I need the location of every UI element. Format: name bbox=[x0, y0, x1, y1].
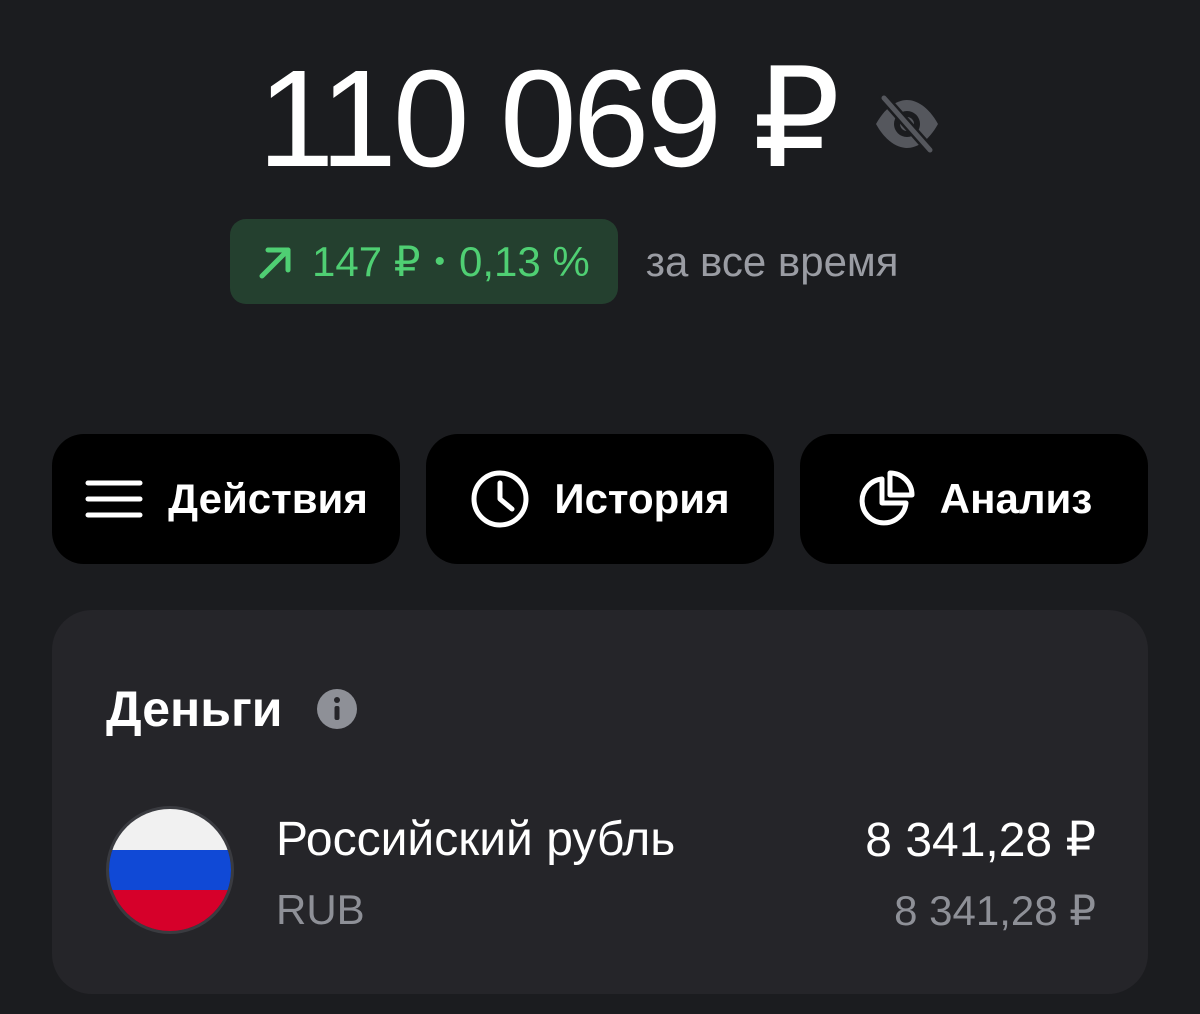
actions-button[interactable]: Действия bbox=[52, 434, 400, 564]
pie-chart-icon bbox=[856, 469, 916, 529]
change-percent: 0,13 % bbox=[458, 237, 590, 285]
money-title-row: Деньги bbox=[106, 680, 357, 738]
arrow-up-right-icon bbox=[256, 242, 296, 282]
analysis-button[interactable]: Анализ bbox=[800, 434, 1148, 564]
money-title: Деньги bbox=[106, 681, 283, 737]
asset-code: RUB bbox=[276, 886, 365, 933]
analysis-button-label: Анализ bbox=[939, 475, 1093, 522]
russia-flag-icon bbox=[106, 806, 234, 934]
portfolio-screen: 110 069 ₽ 147 ₽ • 0,13 % за все время Де… bbox=[0, 0, 1200, 1014]
info-icon[interactable] bbox=[316, 689, 357, 729]
history-button-label: История bbox=[554, 475, 730, 522]
eye-off-icon[interactable] bbox=[872, 93, 942, 155]
menu-icon bbox=[84, 469, 144, 529]
list-item[interactable]: Российский рубль RUB 8 341,28 ₽ 8 341,28… bbox=[106, 806, 1096, 936]
history-button[interactable]: История bbox=[426, 434, 774, 564]
change-badge: 147 ₽ • 0,13 % bbox=[230, 219, 618, 304]
asset-name: Российский рубль bbox=[276, 813, 676, 866]
actions-button-label: Действия bbox=[168, 475, 368, 522]
action-buttons: Действия История Анализ bbox=[52, 434, 1148, 564]
change-separator: • bbox=[434, 244, 445, 278]
asset-amount-secondary: 8 341,28 ₽ bbox=[894, 887, 1096, 934]
balance-row: 110 069 ₽ bbox=[0, 44, 1200, 194]
total-balance: 110 069 ₽ bbox=[257, 42, 841, 196]
change-period[interactable]: за все время bbox=[646, 238, 899, 286]
clock-icon bbox=[470, 469, 530, 529]
balance-change-row: 147 ₽ • 0,13 % за все время bbox=[230, 219, 899, 304]
asset-amount: 8 341,28 ₽ bbox=[865, 814, 1096, 867]
money-section: Деньги Российский рубль RUB 8 341,28 ₽ 8… bbox=[52, 610, 1148, 994]
change-amount: 147 ₽ bbox=[312, 238, 421, 285]
